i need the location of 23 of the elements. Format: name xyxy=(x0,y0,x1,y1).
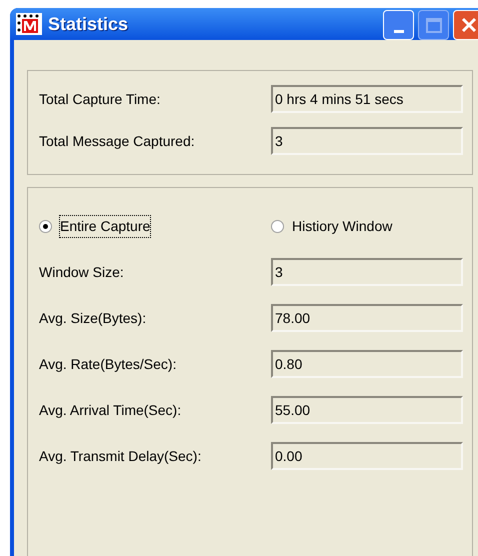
window-title: Statistics xyxy=(48,12,128,36)
readonly-field: 0 hrs 4 mins 51 secs xyxy=(271,85,463,113)
close-button[interactable] xyxy=(453,10,478,40)
field-label: Avg. Arrival Time(Sec): xyxy=(39,400,182,420)
close-icon xyxy=(460,17,476,33)
radio-label[interactable]: Histiory Window xyxy=(292,216,392,236)
readonly-field: 0.80 xyxy=(271,350,463,378)
readonly-field: 78.00 xyxy=(271,304,463,332)
field-label: Window Size: xyxy=(39,262,125,282)
app-icon xyxy=(16,13,42,35)
field-label: Total Message Captured: xyxy=(39,132,196,151)
field-label: Total Capture Time: xyxy=(39,90,162,109)
radio-button[interactable] xyxy=(39,220,52,232)
readonly-field: 55.00 xyxy=(271,396,463,424)
minimize-button[interactable] xyxy=(383,10,414,40)
radio-label[interactable]: Entire Capture xyxy=(60,216,150,236)
field-label: Avg. Transmit Delay(Sec): xyxy=(39,446,202,466)
readonly-field: 0.00 xyxy=(271,442,463,470)
readonly-field: 3 xyxy=(271,258,463,286)
radio-button[interactable] xyxy=(271,220,284,232)
readonly-field: 3 xyxy=(271,127,463,155)
field-label: Avg. Rate(Bytes/Sec): xyxy=(39,354,178,374)
field-label: Avg. Size(Bytes): xyxy=(39,308,148,328)
